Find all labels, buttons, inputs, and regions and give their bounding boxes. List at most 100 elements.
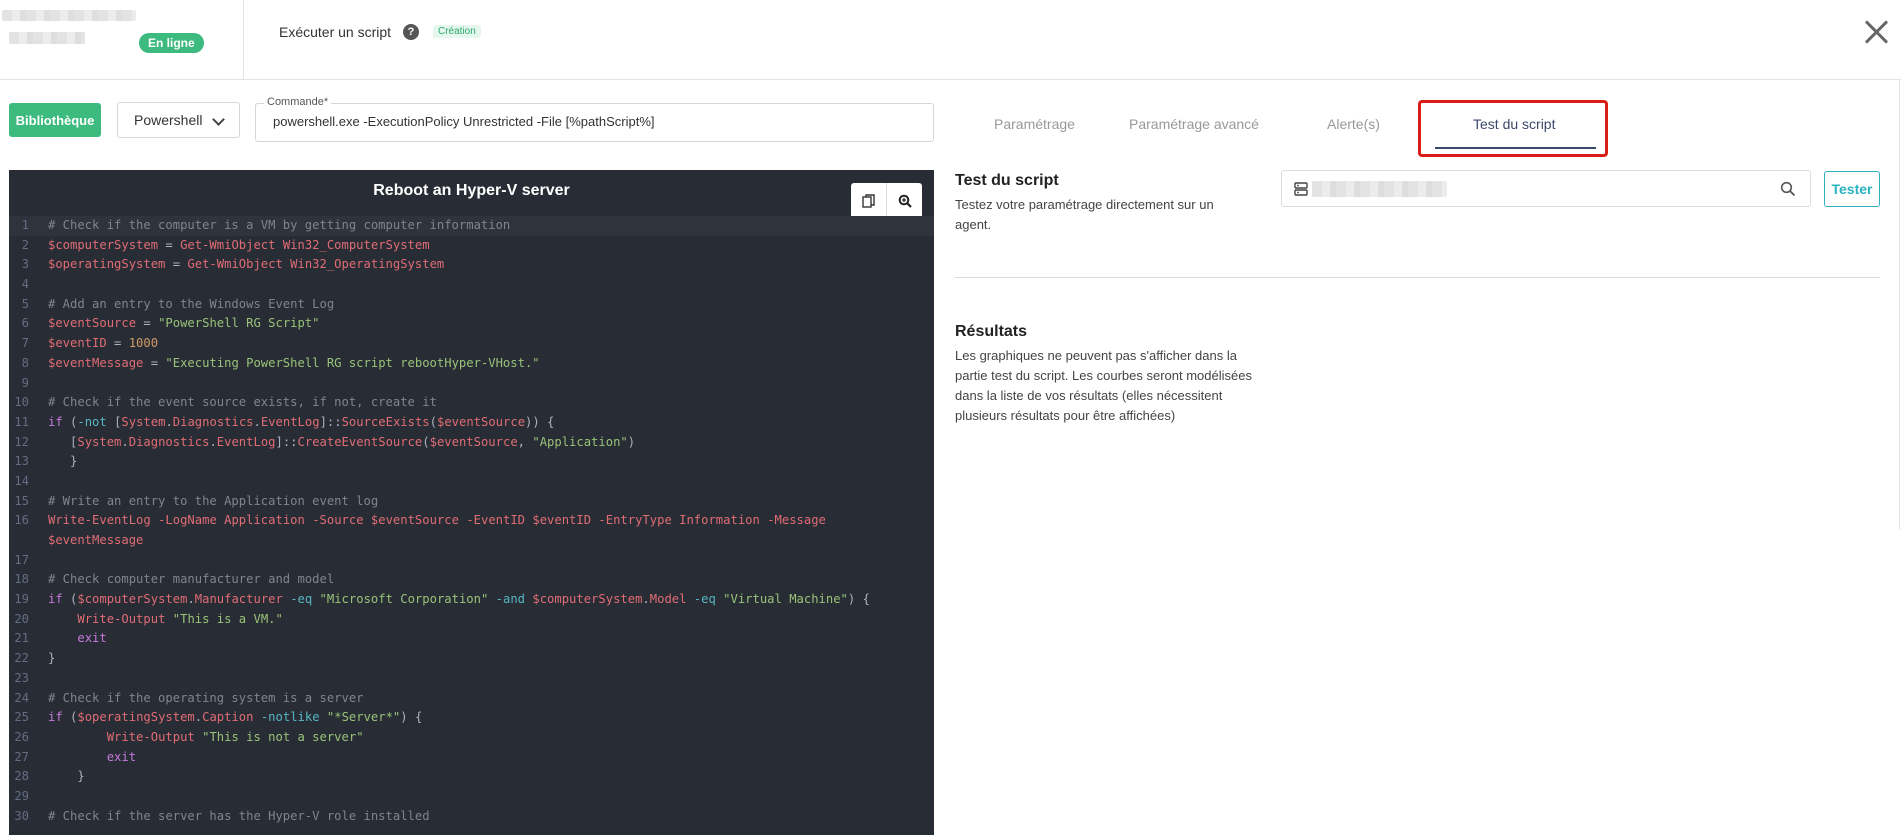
code-text: exit bbox=[106, 749, 137, 764]
code-line[interactable]: 25 if ($operatingSystem.Caption -notlike … bbox=[9, 708, 934, 728]
line-number: 15 bbox=[14, 493, 29, 508]
tab-parametrage[interactable]: Paramétrage bbox=[994, 116, 1075, 132]
code-line[interactable]: 8 $eventMessage = "Executing PowerShell R… bbox=[9, 354, 934, 374]
tab-alertes[interactable]: Alerte(s) bbox=[1327, 116, 1380, 132]
code-line[interactable]: 24 # Check if the operating system is a s… bbox=[9, 689, 934, 709]
highlight-box bbox=[1418, 100, 1608, 157]
code-line[interactable]: 20 Write-Output "This is a VM." bbox=[9, 610, 934, 630]
line-number: 1 bbox=[21, 218, 29, 232]
code-line[interactable]: 7 $eventID = 1000 bbox=[9, 334, 934, 354]
code-line[interactable]: $eventMessage bbox=[9, 531, 934, 551]
help-circle-icon[interactable]: ? bbox=[403, 24, 419, 40]
code-text: # Check if the computer is a VM by getti… bbox=[48, 218, 511, 232]
line-number: 12 bbox=[14, 434, 29, 449]
language-select[interactable]: Powershell bbox=[117, 102, 240, 138]
test-section-title: Test du script bbox=[955, 172, 1059, 189]
code-line[interactable]: 3 $operatingSystem = Get-WmiObject Win32_… bbox=[9, 255, 934, 275]
code-line[interactable]: 4 bbox=[9, 275, 934, 295]
code-text: [System.Diagnostics.EventLog]::CreateEve… bbox=[48, 434, 636, 449]
line-number: 23 bbox=[14, 670, 29, 685]
code-text: $operatingSystem = Get-WmiObject Win32_O… bbox=[48, 257, 445, 272]
code-line[interactable]: 29 bbox=[9, 787, 934, 807]
tester-button[interactable]: Tester bbox=[1824, 171, 1880, 207]
code-line[interactable]: 14 bbox=[9, 472, 934, 492]
panel-border bbox=[1899, 80, 1900, 530]
agent-id-redacted bbox=[9, 32, 85, 44]
code-text: # Check if the server has the Hyper-V ro… bbox=[48, 808, 430, 823]
close-icon[interactable] bbox=[1860, 16, 1892, 48]
code-text: $eventSource = "PowerShell RG Script" bbox=[48, 316, 320, 331]
code-text: if (-not [System.Diagnostics.EventLog]::… bbox=[48, 414, 555, 429]
line-number: 24 bbox=[14, 690, 29, 705]
code-line[interactable]: 23 bbox=[9, 669, 934, 689]
script-title: Reboot an Hyper-V server bbox=[373, 182, 570, 199]
code-line[interactable]: 9 bbox=[9, 374, 934, 394]
code-line[interactable]: 15 # Write an entry to the Application ev… bbox=[9, 492, 934, 512]
code-line[interactable]: 19 if ($computerSystem.Manufacturer -eq "… bbox=[9, 590, 934, 610]
code-line[interactable]: 5 # Add an entry to the Windows Event Log bbox=[9, 295, 934, 315]
search-icon[interactable] bbox=[1780, 181, 1796, 197]
code-line[interactable]: 10 # Check if the event source exists, if… bbox=[9, 393, 934, 413]
library-button[interactable]: Bibliothèque bbox=[9, 103, 101, 137]
code-line[interactable]: 13 } bbox=[9, 452, 934, 472]
code-area[interactable]: 1 # Check if the computer is a VM by gett… bbox=[9, 216, 934, 826]
code-line[interactable]: 1 # Check if the computer is a VM by gett… bbox=[9, 216, 934, 236]
line-number: 16 bbox=[14, 513, 29, 528]
status-badge: En ligne bbox=[139, 33, 204, 53]
code-text: Write-Output "This is a VM." bbox=[77, 611, 283, 626]
line-number: 19 bbox=[14, 592, 29, 607]
zoom-in-icon[interactable] bbox=[886, 183, 922, 219]
line-number: 28 bbox=[14, 769, 29, 784]
code-text: # Check computer manufacturer and model bbox=[48, 572, 335, 587]
code-editor[interactable]: Reboot an Hyper-V server 1 # Check if the… bbox=[9, 170, 934, 835]
code-line[interactable]: 27 exit bbox=[9, 748, 934, 768]
command-input[interactable] bbox=[273, 114, 923, 129]
language-select-value: Powershell bbox=[134, 112, 203, 128]
line-number: 7 bbox=[21, 336, 29, 351]
code-text: if ($operatingSystem.Caption -notlike "*… bbox=[48, 710, 423, 725]
header: En ligne Exécuter un script ? Création bbox=[0, 0, 1901, 80]
code-line[interactable]: 17 bbox=[9, 551, 934, 571]
line-number: 26 bbox=[14, 729, 29, 744]
agent-redacted bbox=[1312, 181, 1447, 197]
code-line[interactable]: 12 [System.Diagnostics.EventLog]::Create… bbox=[9, 433, 934, 453]
line-number: 29 bbox=[14, 788, 29, 803]
code-text: # Check if the operating system is a ser… bbox=[48, 690, 364, 705]
line-number: 2 bbox=[21, 237, 29, 252]
line-number: 10 bbox=[14, 395, 29, 410]
code-line[interactable]: 26 Write-Output "This is not a server" bbox=[9, 728, 934, 748]
code-line[interactable]: 28 } bbox=[9, 767, 934, 787]
code-text: $computerSystem = Get-WmiObject Win32_Co… bbox=[48, 237, 430, 252]
copy-icon[interactable] bbox=[851, 183, 886, 219]
agent-search-input[interactable] bbox=[1281, 170, 1811, 207]
tab-parametrage-avance[interactable]: Paramétrage avancé bbox=[1129, 116, 1259, 132]
code-line[interactable]: 22} bbox=[9, 649, 934, 669]
line-number: 13 bbox=[14, 454, 29, 469]
code-text: if ($computerSystem.Manufacturer -eq "Mi… bbox=[48, 592, 870, 607]
line-number: 14 bbox=[14, 473, 29, 488]
line-number: 27 bbox=[14, 749, 29, 764]
code-text: Write-Output "This is not a server" bbox=[106, 729, 364, 744]
page-title: Exécuter un script bbox=[279, 24, 392, 40]
code-line[interactable]: 21 exit bbox=[9, 629, 934, 649]
line-number: 6 bbox=[21, 316, 29, 331]
code-line[interactable]: 16 Write-EventLog -LogName Application -S… bbox=[9, 511, 934, 531]
line-number: 4 bbox=[21, 277, 29, 292]
section-divider bbox=[955, 277, 1880, 278]
command-field[interactable]: Commande* bbox=[255, 96, 934, 142]
code-text: $eventID = 1000 bbox=[48, 336, 159, 351]
code-text: $eventMessage bbox=[48, 533, 144, 547]
line-number: 9 bbox=[21, 375, 29, 390]
code-line[interactable]: 6 $eventSource = "PowerShell RG Script" bbox=[9, 314, 934, 334]
code-line[interactable]: 30 # Check if the server has the Hyper-V … bbox=[9, 807, 934, 827]
code-text: Write-EventLog -LogName Application -Sou… bbox=[48, 513, 826, 528]
chevron-down-icon bbox=[212, 113, 225, 126]
code-text: # Write an entry to the Application even… bbox=[48, 493, 379, 508]
code-line[interactable]: 18 # Check computer manufacturer and mode… bbox=[9, 570, 934, 590]
code-text: } bbox=[48, 454, 78, 469]
line-number: 3 bbox=[21, 257, 29, 272]
results-section-title: Résultats bbox=[955, 323, 1028, 340]
line-number: 20 bbox=[14, 611, 29, 626]
code-line[interactable]: 2 $computerSystem = Get-WmiObject Win32_C… bbox=[9, 236, 934, 256]
code-line[interactable]: 11 if (-not [System.Diagnostics.EventLog]… bbox=[9, 413, 934, 433]
